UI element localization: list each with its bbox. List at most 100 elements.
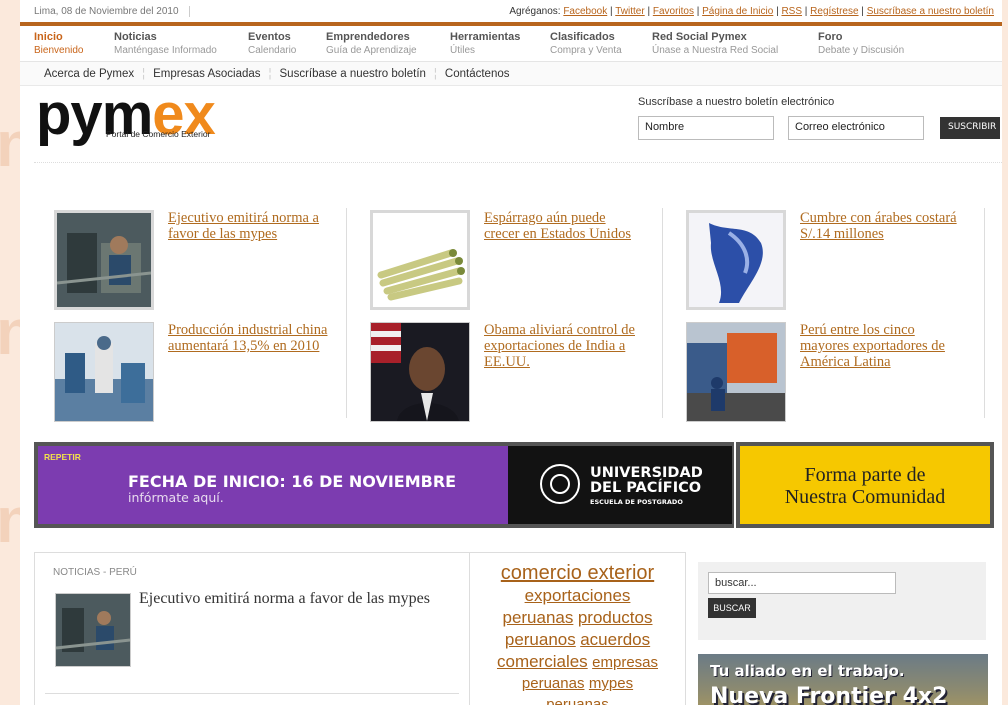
community-line1: Forma parte de — [804, 464, 926, 486]
nav-item-inicio[interactable]: Inicio Bienvenido — [34, 31, 114, 57]
community-line2: Nuestra Comunidad — [784, 486, 946, 508]
tag-link[interactable]: peruanas — [502, 608, 573, 627]
nav-item-foro[interactable]: Foro Debate y Discusión — [818, 31, 928, 57]
subscribe-button[interactable]: SUSCRIBIR — [940, 117, 1000, 139]
nav-title: Noticias — [114, 30, 157, 43]
search-input[interactable]: buscar... — [708, 572, 896, 594]
news-thumbnail[interactable] — [54, 322, 154, 422]
tag-link[interactable]: peruanos — [505, 630, 576, 649]
separator: ¦ — [268, 67, 272, 80]
ad-purple-panel: REPETIR FECHA DE INICIO: 16 DE NOVIEMBRE… — [38, 446, 508, 524]
column-divider — [346, 208, 347, 418]
tag-link[interactable]: empresas — [592, 654, 658, 671]
featured-headline[interactable]: Ejecutivo emitirá norma a favor de las m… — [139, 589, 449, 608]
nav-subtitle: Bienvenido — [34, 44, 84, 56]
tag-link[interactable]: productos — [578, 608, 653, 627]
nav-item-noticias[interactable]: Noticias Manténgase Informado — [114, 31, 248, 57]
news-item[interactable]: Cumbre con árabes costará S/.14 millones — [666, 208, 966, 312]
featured-news-panel: NOTICIAS - PERÚ Ejecutivo emitirá norma … — [34, 552, 470, 705]
info-text: infórmate aquí. — [128, 490, 224, 505]
nav-item-red-social[interactable]: Red Social Pymex Únase a Nuestra Red Soc… — [652, 31, 818, 57]
ad-black-panel: UNIVERSIDAD DEL PACÍFICO ESCUELA DE POST… — [508, 446, 732, 524]
ad-product: Nueva Frontier 4x2 — [710, 684, 948, 705]
tag-link[interactable]: comercio exterior — [501, 562, 654, 584]
news-thumbnail[interactable] — [686, 322, 786, 422]
name-field[interactable]: Nombre — [638, 116, 774, 140]
university-line2: DEL PACÍFICO — [590, 480, 702, 496]
news-thumbnail[interactable] — [54, 210, 154, 310]
news-item[interactable]: Producción industrial china aumentará 13… — [34, 320, 334, 424]
nav-title: Inicio — [34, 30, 63, 43]
nav-subtitle: Manténgase Informado — [114, 44, 217, 56]
tag-link[interactable]: exportaciones — [525, 586, 631, 605]
university-ad[interactable]: REPETIR FECHA DE INICIO: 16 DE NOVIEMBRE… — [34, 442, 734, 528]
news-thumbnail[interactable] — [370, 322, 470, 422]
twitter-link[interactable]: Twitter — [615, 6, 644, 17]
repeat-label[interactable]: REPETIR — [44, 452, 81, 462]
news-headline[interactable]: Cumbre con árabes costará S/.14 millones — [800, 210, 960, 242]
section-label: NOTICIAS - PERÚ — [53, 567, 137, 578]
nav-title: Eventos — [248, 30, 291, 43]
search-panel: buscar... BUSCAR — [698, 562, 986, 640]
separator: ¦ — [142, 67, 146, 80]
news-thumbnail[interactable] — [370, 210, 470, 310]
column-divider — [662, 208, 663, 418]
nav-item-emprendedores[interactable]: Emprendedores Guía de Aprendizaje — [326, 31, 450, 57]
pymex-logo[interactable]: pymex Portal de Comercio Exterior — [36, 86, 246, 146]
promo-banner: REPETIR FECHA DE INICIO: 16 DE NOVIEMBRE… — [34, 442, 994, 528]
news-headline[interactable]: Producción industrial china aumentará 13… — [168, 322, 328, 354]
nav-subtitle: Guía de Aprendizaje — [326, 44, 417, 56]
news-item[interactable]: Obama aliviará control de exportaciones … — [350, 320, 650, 424]
subnav-subscribe[interactable]: Suscríbase a nuestro boletín — [280, 68, 426, 80]
tag-link[interactable]: peruanas — [546, 696, 609, 705]
nav-title: Red Social Pymex — [652, 30, 747, 43]
community-ad[interactable]: Forma parte de Nuestra Comunidad — [736, 442, 994, 528]
logo-tagline: Portal de Comercio Exterior — [106, 129, 211, 139]
nav-item-herramientas[interactable]: Herramientas Útiles — [450, 31, 550, 57]
site-header: pymex Portal de Comercio Exterior Suscrí… — [20, 86, 1002, 172]
nav-subtitle: Útiles — [450, 44, 476, 56]
register-link[interactable]: Regístrese — [810, 6, 858, 17]
subnav-contact[interactable]: Contáctenos — [445, 68, 510, 80]
news-headline[interactable]: Perú entre los cinco mayores exportadore… — [800, 322, 960, 370]
tag-link[interactable]: acuerdos — [580, 630, 650, 649]
rss-link[interactable]: RSS — [781, 6, 802, 17]
nav-title: Emprendedores — [326, 30, 410, 43]
logo-py: py — [36, 82, 103, 147]
featured-thumbnail[interactable] — [55, 593, 131, 667]
tag-link[interactable]: mypes — [589, 675, 633, 692]
facebook-link[interactable]: Facebook — [563, 6, 607, 17]
news-thumbnail[interactable] — [686, 210, 786, 310]
university-subtitle: ESCUELA DE POSTGRADO — [590, 498, 683, 506]
page: Lima, 08 de Noviembre del 2010 Agréganos… — [20, 0, 1002, 705]
column-divider — [984, 208, 985, 418]
subnav-about[interactable]: Acerca de Pymex — [44, 68, 134, 80]
subscribe-link[interactable]: Suscríbase a nuestro boletín — [867, 6, 994, 17]
nav-subtitle: Debate y Discusión — [818, 44, 905, 56]
ad-slogan: Tu aliado en el trabajo. — [710, 662, 905, 680]
tag-link[interactable]: comerciales — [497, 652, 588, 671]
news-item[interactable]: Espárrago aún puede crecer en Estados Un… — [350, 208, 650, 312]
news-headline[interactable]: Obama aliviará control de exportaciones … — [484, 322, 644, 370]
homepage-link[interactable]: Página de Inicio — [702, 6, 773, 17]
news-headline[interactable]: Espárrago aún puede crecer en Estados Un… — [484, 210, 644, 242]
university-line1: UNIVERSIDAD — [590, 465, 703, 481]
car-advertisement[interactable]: Tu aliado en el trabajo. Nueva Frontier … — [698, 654, 988, 705]
news-headline[interactable]: Ejecutivo emitirá norma a favor de las m… — [168, 210, 328, 242]
news-item[interactable]: Perú entre los cinco mayores exportadore… — [666, 320, 966, 424]
divider — [45, 693, 459, 694]
nav-subtitle: Únase a Nuestra Red Social — [652, 44, 779, 56]
email-field[interactable]: Correo electrónico — [788, 116, 924, 140]
university-seal-icon — [540, 464, 580, 504]
nav-item-clasificados[interactable]: Clasificados Compra y Venta — [550, 31, 652, 57]
social-prefix: Agréganos: — [509, 5, 561, 17]
news-item[interactable]: Ejecutivo emitirá norma a favor de las m… — [34, 208, 334, 312]
university-name: UNIVERSIDAD DEL PACÍFICO — [590, 466, 703, 496]
newsletter-form: Suscríbase a nuestro boletín electrónico… — [638, 96, 1000, 140]
subnav-companies[interactable]: Empresas Asociadas — [153, 68, 260, 80]
nav-item-eventos[interactable]: Eventos Calendario — [248, 31, 326, 57]
search-button[interactable]: BUSCAR — [708, 598, 756, 618]
favorites-link[interactable]: Favoritos — [653, 6, 694, 17]
tag-link[interactable]: peruanas — [522, 675, 585, 692]
current-date: Lima, 08 de Noviembre del 2010 — [34, 5, 190, 17]
